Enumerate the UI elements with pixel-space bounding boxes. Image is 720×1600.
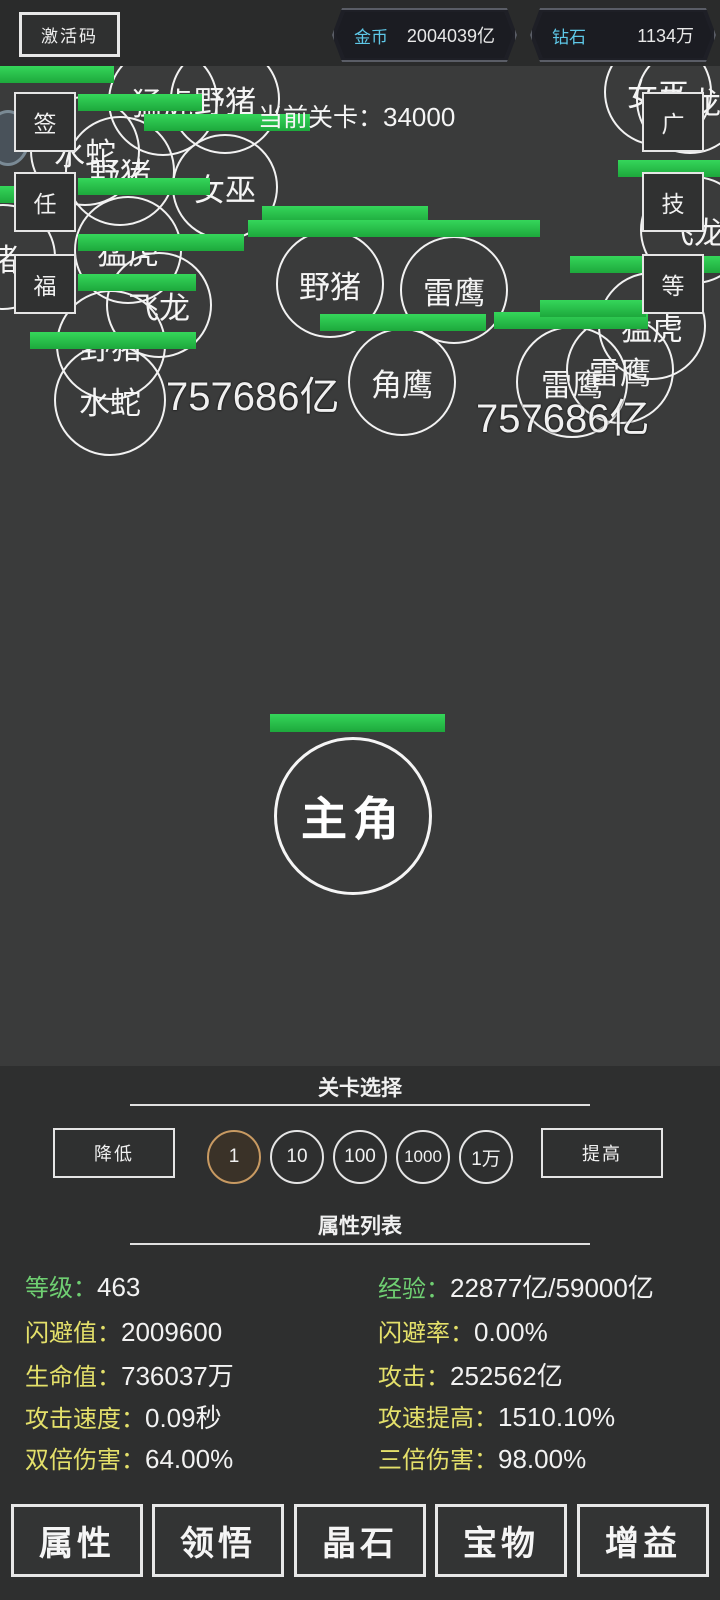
enemy-hp-bar — [320, 314, 486, 331]
attr-double-damage: 双倍伤害：64.00% — [25, 1440, 233, 1475]
level-select-title: 关卡选择 — [318, 1075, 402, 1100]
task-button[interactable]: 任 — [14, 172, 76, 232]
current-level-label: 当前关卡： — [258, 103, 384, 132]
attr-attack: 攻击：252562亿 — [378, 1356, 563, 1393]
sign-in-button[interactable]: 签 — [14, 92, 76, 152]
divider — [130, 1104, 590, 1106]
attr-triple-damage: 三倍伤害：98.00% — [378, 1440, 586, 1475]
step-10-button[interactable]: 10 — [270, 1130, 324, 1184]
hero-label: 主角 — [301, 792, 405, 846]
skill-button[interactable]: 技 — [642, 172, 704, 232]
attr-value: 1510.10% — [498, 1402, 616, 1432]
coin-value: 2004039亿 — [406, 26, 495, 46]
top-bar: 激活码 金币 2004039亿 钻石 1134万 — [0, 0, 720, 66]
attr-value: 0.09秒 — [145, 1403, 222, 1433]
attr-label: 攻速提高： — [378, 1404, 498, 1432]
enemy-hp-bar — [30, 332, 196, 349]
attr-label: 生命值： — [25, 1363, 121, 1391]
attr-value: 736037万 — [121, 1361, 234, 1391]
enemy-label: 角鹰 — [371, 367, 433, 404]
hero-character: 主角 — [274, 737, 432, 895]
diamond-value: 1134万 — [637, 26, 694, 46]
grade-button[interactable]: 等 — [642, 254, 704, 314]
attr-value: 463 — [97, 1272, 141, 1302]
hero-hp-bar — [270, 714, 445, 732]
attr-label: 闪避率： — [378, 1319, 474, 1347]
welfare-button[interactable]: 福 — [14, 254, 76, 314]
attr-label: 攻击速度： — [25, 1405, 145, 1433]
attr-label: 攻击： — [378, 1363, 450, 1391]
increase-level-button[interactable]: 提高 — [541, 1128, 663, 1178]
current-level-value: 34000 — [383, 102, 456, 132]
enemy: 水蛇 — [54, 344, 166, 456]
enemy-label: 雷鹰 — [423, 275, 485, 312]
attr-value: 252562亿 — [450, 1361, 563, 1391]
attr-label: 经验： — [378, 1275, 450, 1303]
attr-label: 三倍伤害： — [378, 1446, 498, 1474]
enemy-hp-bar — [0, 66, 114, 83]
battle-field: 猛虎 野猪 水蛇 野猪 女巫 猛虎 飞龙 野猪 水蛇 猪 野猪 雷鹰 角鹰 雷鹰… — [0, 66, 720, 1066]
attr-label: 双倍伤害： — [25, 1446, 145, 1474]
enemy-hp-bar — [78, 234, 244, 251]
step-100-button[interactable]: 100 — [333, 1130, 387, 1184]
enemy-label: 水蛇 — [79, 385, 141, 422]
activation-code-button[interactable]: 激活码 — [19, 12, 120, 57]
attribute-list-title: 属性列表 — [318, 1213, 402, 1238]
tab-buffs[interactable]: 增益 — [577, 1504, 709, 1577]
tab-comprehension[interactable]: 领悟 — [152, 1504, 284, 1577]
diamond-label: 钻石 — [552, 27, 586, 48]
attr-hp: 生命值：736037万 — [25, 1356, 234, 1393]
step-10000-button[interactable]: 1万 — [459, 1130, 513, 1184]
enemy: 角鹰 — [348, 328, 456, 436]
attr-value: 22877亿/59000亿 — [450, 1273, 654, 1303]
attr-attack-speed: 攻击速度：0.09秒 — [25, 1398, 222, 1435]
enemy-hp-bar — [78, 178, 210, 195]
coin-counter: 金币 2004039亿 — [332, 8, 517, 62]
attr-dodge-value: 闪避值：2009600 — [25, 1313, 222, 1348]
enemy-label: 野猪 — [299, 269, 361, 306]
tab-crystal[interactable]: 晶石 — [294, 1504, 426, 1577]
attr-level: 等级：463 — [25, 1268, 140, 1303]
attr-dodge-rate: 闪避率：0.00% — [378, 1313, 548, 1348]
coin-label: 金币 — [354, 27, 388, 48]
enemy-hp-bar — [78, 94, 202, 111]
attr-value: 98.00% — [498, 1444, 587, 1474]
attr-value: 64.00% — [145, 1444, 234, 1474]
diamond-counter: 钻石 1134万 — [530, 8, 716, 62]
tab-treasure[interactable]: 宝物 — [435, 1504, 567, 1577]
attr-value: 0.00% — [474, 1317, 548, 1347]
tab-attributes[interactable]: 属性 — [11, 1504, 143, 1577]
decrease-level-button[interactable]: 降低 — [53, 1128, 175, 1178]
enemy-hp-bar — [248, 220, 540, 237]
enemy-hp-bar — [78, 274, 196, 291]
step-1000-button[interactable]: 1000 — [396, 1130, 450, 1184]
attr-experience: 经验：22877亿/59000亿 — [378, 1268, 654, 1305]
step-1-button[interactable]: 1 — [207, 1130, 261, 1184]
attr-label: 等级： — [25, 1274, 97, 1302]
attr-value: 2009600 — [121, 1317, 223, 1347]
divider — [130, 1243, 590, 1245]
attr-attack-speed-boost: 攻速提高：1510.10% — [378, 1398, 615, 1433]
ad-button[interactable]: 广 — [642, 92, 704, 152]
enemy-hp-bar — [540, 300, 646, 317]
damage-number: 757686亿 — [476, 397, 650, 441]
current-level: 当前关卡：34000 — [258, 98, 455, 134]
damage-number: 757686亿 — [166, 375, 340, 419]
attr-label: 闪避值： — [25, 1319, 121, 1347]
